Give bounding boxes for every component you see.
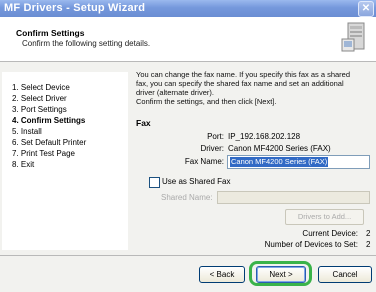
computer-install-icon (341, 22, 365, 52)
devices-to-set-label: Number of Devices to Set: (264, 240, 358, 249)
title-bar: MF Drivers - Setup Wizard ✕ (0, 0, 376, 17)
back-button[interactable]: < Back (199, 266, 245, 283)
current-device-label: Current Device: (302, 229, 358, 238)
close-button[interactable]: ✕ (358, 1, 374, 17)
step-select-device: 1. Select Device (12, 83, 70, 92)
window-title: MF Drivers - Setup Wizard (4, 2, 146, 14)
step-exit: 8. Exit (12, 160, 35, 169)
step-install: 5. Install (12, 127, 42, 136)
description-line: You can change the fax name. If you spec… (136, 70, 351, 79)
step-print-test-page: 7. Print Test Page (12, 149, 75, 158)
current-device-value: 2 (366, 229, 371, 238)
description: You can change the fax name. If you spec… (136, 70, 374, 106)
fax-name-label: Fax Name: (184, 157, 224, 166)
content-panel: You can change the fax name. If you spec… (128, 62, 376, 255)
close-icon: ✕ (361, 3, 371, 14)
use-shared-fax-checkbox[interactable] (149, 177, 160, 188)
fax-heading: Fax (136, 118, 151, 128)
devices-to-set-value: 2 (366, 240, 371, 249)
step-select-driver: 2. Select Driver (12, 94, 67, 103)
steps-panel: 1. Select Device 2. Select Driver 3. Por… (2, 72, 128, 250)
shared-name-input[interactable] (217, 191, 370, 204)
step-port-settings: 3. Port Settings (12, 105, 67, 114)
use-shared-fax-label[interactable]: Use as Shared Fax (162, 177, 230, 186)
step-confirm-settings: 4. Confirm Settings (12, 116, 86, 125)
cancel-button[interactable]: Cancel (318, 266, 372, 283)
port-label: Port: (207, 132, 224, 141)
fax-name-value: Canon MF4200 Series (FAX) (230, 157, 329, 167)
page-subtitle: Confirm the following setting details. (22, 39, 151, 48)
description-line: fax, you can specify the shared fax name… (136, 79, 344, 88)
step-set-default-printer: 6. Set Default Printer (12, 138, 87, 147)
shared-name-label: Shared Name: (161, 193, 213, 202)
driver-value: Canon MF4200 Series (FAX) (228, 144, 331, 153)
next-button[interactable]: Next > (256, 266, 306, 283)
port-value: IP_192.168.202.128 (228, 132, 301, 141)
drivers-to-add-button[interactable]: Drivers to Add... (285, 209, 364, 225)
description-line: driver (alternate driver). (136, 88, 214, 97)
driver-label: Driver: (200, 144, 224, 153)
page-title: Confirm Settings (16, 28, 85, 38)
fax-name-input[interactable]: Canon MF4200 Series (FAX) (227, 155, 370, 169)
wizard-header: Confirm Settings Confirm the following s… (0, 17, 376, 62)
description-line: Confirm the settings, and then click [Ne… (136, 97, 277, 106)
